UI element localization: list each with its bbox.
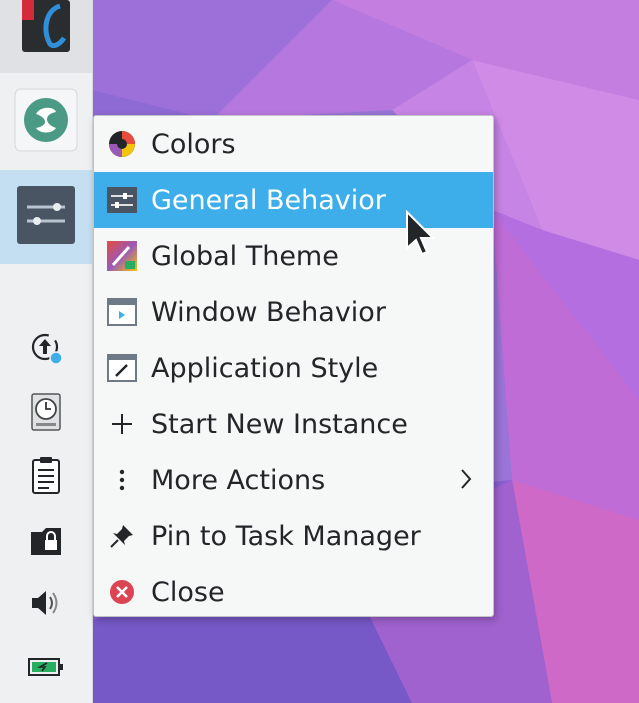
update-icon[interactable] xyxy=(26,328,66,368)
writer-icon xyxy=(20,0,72,58)
task-app-s[interactable] xyxy=(0,78,92,166)
menu-item-label: Start New Instance xyxy=(151,408,408,440)
menu-item-label: Window Behavior xyxy=(151,296,386,328)
chevron-right-icon xyxy=(459,466,473,496)
vault-lock-icon[interactable] xyxy=(26,520,66,560)
battery-icon[interactable] xyxy=(26,647,66,687)
menu-item-window-behavior[interactable]: Window Behavior xyxy=(94,284,493,340)
menu-item-label: Global Theme xyxy=(151,240,339,272)
menu-item-label: Colors xyxy=(151,128,236,160)
close-icon xyxy=(107,577,137,607)
window-behavior-icon xyxy=(107,297,137,327)
global-theme-icon xyxy=(107,241,137,271)
more-vertical-icon xyxy=(107,465,137,495)
colors-icon xyxy=(107,129,137,159)
pin-icon xyxy=(107,521,137,551)
menu-item-colors[interactable]: Colors xyxy=(94,116,493,172)
menu-item-application-style[interactable]: Application Style xyxy=(94,340,493,396)
menu-item-start-new-instance[interactable]: Start New Instance xyxy=(94,396,493,452)
menu-item-label: Pin to Task Manager xyxy=(151,520,421,552)
menu-item-label: General Behavior xyxy=(151,184,386,216)
volume-icon[interactable] xyxy=(26,583,66,623)
clipboard-icon[interactable] xyxy=(26,455,66,495)
task-writer[interactable] xyxy=(0,0,92,73)
s-logo-icon xyxy=(14,88,78,156)
application-style-icon xyxy=(107,353,137,383)
task-system-settings[interactable] xyxy=(0,170,92,264)
menu-item-close[interactable]: Close xyxy=(94,564,493,620)
menu-item-label: Application Style xyxy=(151,352,379,384)
menu-item-more-actions[interactable]: More Actions xyxy=(94,452,493,508)
menu-item-label: More Actions xyxy=(151,464,326,496)
plus-icon xyxy=(107,409,137,439)
disk-clock-icon[interactable] xyxy=(26,392,66,432)
mouse-cursor-icon xyxy=(405,209,436,262)
context-menu: Colors General Behavior Global Theme Win… xyxy=(93,115,494,617)
menu-item-label: Close xyxy=(151,576,225,608)
menu-item-pin-to-task-manager[interactable]: Pin to Task Manager xyxy=(94,508,493,564)
settings-sliders-icon xyxy=(17,186,75,248)
task-manager-panel xyxy=(0,0,93,703)
general-behavior-icon xyxy=(107,185,137,215)
